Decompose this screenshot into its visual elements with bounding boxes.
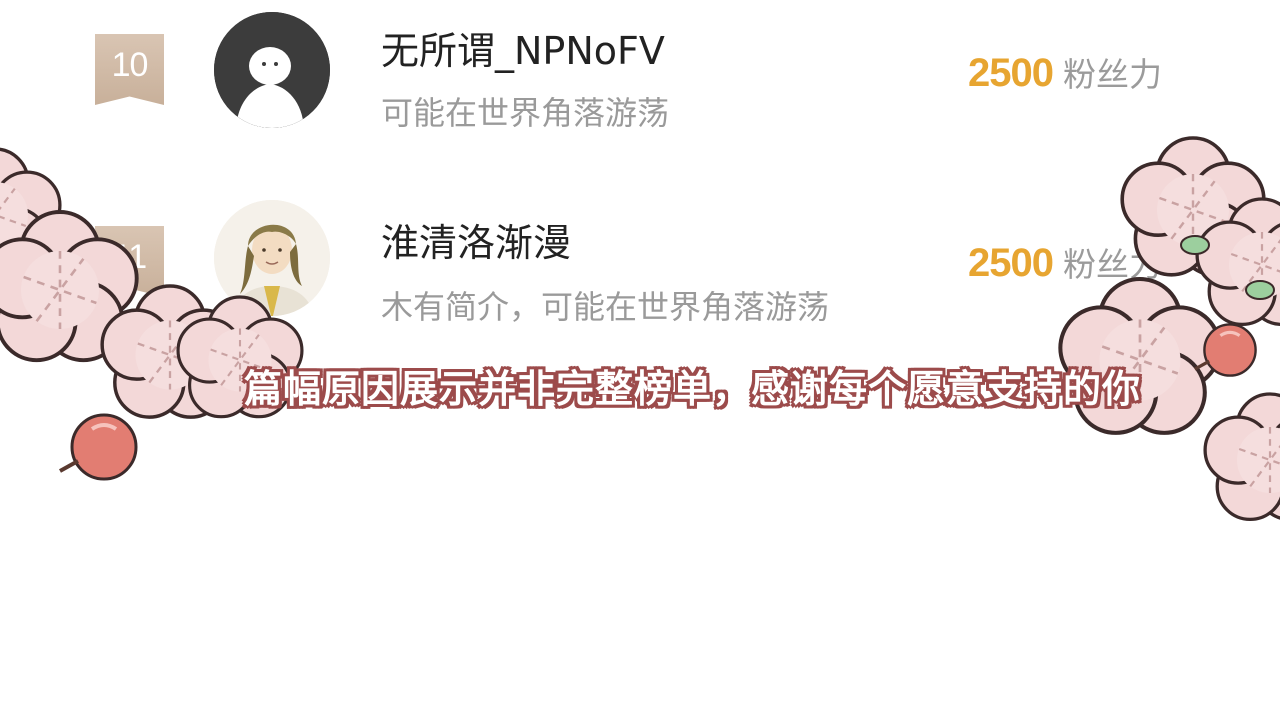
user-bio: 可能在世界角落游荡	[381, 94, 670, 132]
fan-power-score: 2500 粉丝力	[968, 48, 1162, 96]
rank-badge: 10	[95, 34, 164, 105]
score-unit: 粉丝力	[1062, 245, 1162, 284]
score-value: 2500	[968, 241, 1054, 285]
fan-power-score: 2500 粉丝力	[968, 238, 1162, 286]
rank-badge: 11	[95, 226, 164, 297]
user-name[interactable]: 淮清洛渐漫	[381, 212, 571, 267]
user-bio: 木有简介，可能在世界角落游荡	[381, 288, 830, 326]
ranking-row-10[interactable]: 10 无所谓_NPNoFV 可能在世界角落游荡 2500 粉丝力	[0, 0, 1280, 150]
caption-text: 篇幅原因展示并非完整榜单，感谢每个愿意支持的你	[244, 367, 1142, 411]
ranking-row-11[interactable]: 11 淮清洛渐漫 木有简介，可能在世界角落游荡 2500 粉丝力	[0, 192, 1280, 342]
user-name[interactable]: 无所谓_NPNoFV	[381, 20, 665, 75]
score-value: 2500	[968, 51, 1054, 95]
score-unit: 粉丝力	[1062, 55, 1162, 94]
default-ghost-avatar-icon[interactable]	[214, 12, 330, 128]
anime-character-avatar-icon[interactable]	[214, 200, 330, 316]
